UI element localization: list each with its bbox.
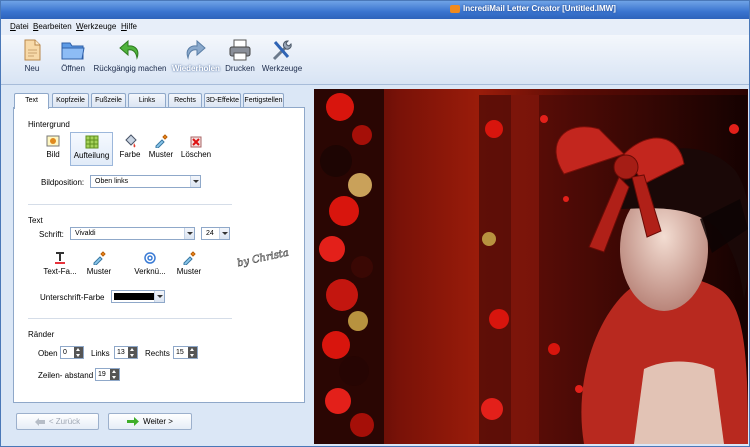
arrow-right-icon bbox=[127, 417, 140, 427]
paint-bucket-icon bbox=[125, 134, 137, 148]
eyedropper-icon bbox=[183, 251, 196, 265]
signature-watermark: by Christa bbox=[236, 247, 290, 270]
open-button[interactable]: Öffnen bbox=[55, 38, 91, 82]
tab-links[interactable]: Links bbox=[128, 93, 166, 108]
wizard-panel: Text Kopfzeile Fußzeile Links Rechts 3D-… bbox=[7, 89, 310, 444]
grid-layout-icon bbox=[85, 135, 98, 149]
new-document-icon bbox=[24, 39, 41, 61]
rose-border-middle bbox=[479, 95, 511, 444]
muster-button-background[interactable]: Muster bbox=[148, 134, 174, 166]
redo-icon bbox=[186, 39, 206, 60]
next-button[interactable]: Weiter > bbox=[108, 413, 192, 430]
tab-3d-effekte[interactable]: 3D-Effekte bbox=[204, 93, 241, 108]
text-color-icon bbox=[55, 252, 65, 264]
menu-werkzeuge[interactable]: Werkzeuge bbox=[76, 22, 116, 31]
tab-kopfzeile[interactable]: Kopfzeile bbox=[52, 93, 89, 108]
stepper-arrows-icon[interactable] bbox=[128, 347, 137, 358]
tab-rechts[interactable]: Rechts bbox=[168, 93, 202, 108]
links-label: Links bbox=[91, 349, 110, 358]
divider bbox=[28, 318, 232, 319]
tab-fertigstellen[interactable]: Fertigstellen bbox=[243, 93, 284, 108]
loeschen-button[interactable]: Löschen bbox=[180, 134, 212, 166]
zeilenabstand-label: Zeilen- abstand bbox=[38, 371, 94, 380]
eyedropper-icon bbox=[93, 251, 106, 265]
toolbar: Neu Öffnen Rückgängig machen Wiederholen bbox=[1, 35, 749, 85]
title-bar[interactable]: IncrediMail Letter Creator [Untitled.IMW… bbox=[1, 1, 749, 19]
menu-datei[interactable]: Datei bbox=[10, 22, 29, 31]
arrow-left-icon bbox=[34, 417, 45, 426]
chevron-down-icon[interactable] bbox=[184, 228, 194, 239]
farbe-button[interactable]: Farbe bbox=[118, 134, 142, 166]
verknuepfung-button[interactable]: Verknü... bbox=[131, 251, 169, 281]
svg-text:by Christa: by Christa bbox=[236, 248, 290, 270]
incredimail-envelope-icon bbox=[450, 5, 460, 13]
eyedropper-icon bbox=[155, 134, 168, 148]
back-button[interactable]: < Zurück bbox=[16, 413, 99, 430]
undo-icon bbox=[119, 39, 139, 60]
tools-icon bbox=[272, 40, 292, 61]
open-folder-icon bbox=[61, 42, 85, 60]
stepper-arrows-icon[interactable] bbox=[188, 347, 197, 358]
rechts-label: Rechts bbox=[145, 349, 170, 358]
muster-button-link[interactable]: Muster bbox=[176, 251, 202, 281]
links-spinner[interactable]: 13 bbox=[114, 346, 138, 359]
print-button[interactable]: Drucken bbox=[222, 38, 258, 82]
picture-icon bbox=[46, 135, 60, 147]
stepper-arrows-icon[interactable] bbox=[110, 369, 119, 380]
rechts-spinner[interactable]: 15 bbox=[173, 346, 198, 359]
delete-x-icon bbox=[190, 136, 202, 148]
divider bbox=[28, 204, 232, 205]
app-window: IncrediMail Letter Creator [Untitled.IMW… bbox=[0, 0, 750, 447]
link-at-icon bbox=[144, 252, 156, 264]
schrift-label: Schrift: bbox=[39, 230, 64, 239]
text-section-title: Text bbox=[28, 216, 43, 225]
chevron-down-icon[interactable] bbox=[219, 228, 229, 239]
redo-button[interactable]: Wiederholen bbox=[172, 38, 220, 82]
chevron-down-icon[interactable] bbox=[154, 291, 164, 302]
bildposition-select[interactable]: Oben links bbox=[90, 175, 201, 188]
oben-spinner[interactable]: 0 bbox=[60, 346, 84, 359]
margins-section-title: Ränder bbox=[28, 330, 55, 339]
bildposition-label: Bildposition: bbox=[41, 178, 85, 187]
undo-button[interactable]: Rückgängig machen bbox=[93, 38, 167, 82]
printer-icon bbox=[229, 39, 251, 61]
zeilenabstand-spinner[interactable]: 19 bbox=[95, 368, 120, 381]
chevron-down-icon[interactable] bbox=[190, 176, 200, 187]
tab-fusszeile[interactable]: Fußzeile bbox=[91, 93, 126, 108]
background-section-title: Hintergrund bbox=[28, 120, 70, 129]
oben-label: Oben bbox=[38, 349, 58, 358]
stepper-arrows-icon[interactable] bbox=[74, 347, 83, 358]
tools-button[interactable]: Werkzeuge bbox=[261, 38, 303, 82]
underline-color-label: Unterschrift-Farbe bbox=[40, 293, 105, 302]
new-button[interactable]: Neu bbox=[15, 38, 49, 82]
tab-content: Hintergrund Bild Aufteilung Farbe Muster… bbox=[13, 107, 305, 403]
aufteilung-button[interactable]: Aufteilung bbox=[70, 132, 113, 166]
color-swatch bbox=[114, 293, 154, 300]
underline-color-picker[interactable] bbox=[111, 290, 165, 303]
font-size-select[interactable]: 24 bbox=[201, 227, 230, 240]
letter-preview[interactable] bbox=[314, 89, 748, 444]
window-title: IncrediMail Letter Creator [Untitled.IMW… bbox=[463, 4, 616, 13]
rose-border-left bbox=[314, 89, 384, 444]
bild-button[interactable]: Bild bbox=[42, 134, 64, 166]
tab-text[interactable]: Text bbox=[14, 93, 49, 109]
letter-preview-image bbox=[314, 89, 748, 444]
menu-bearbeiten[interactable]: Bearbeiten bbox=[33, 22, 72, 31]
menu-bar: Datei Bearbeiten Werkzeuge Hilfe bbox=[1, 19, 749, 35]
menu-hilfe[interactable]: Hilfe bbox=[121, 22, 137, 31]
font-select[interactable]: Vivaldi bbox=[70, 227, 195, 240]
muster-button-text[interactable]: Muster bbox=[86, 251, 112, 281]
text-farbe-button[interactable]: Text-Fa... bbox=[40, 251, 80, 281]
